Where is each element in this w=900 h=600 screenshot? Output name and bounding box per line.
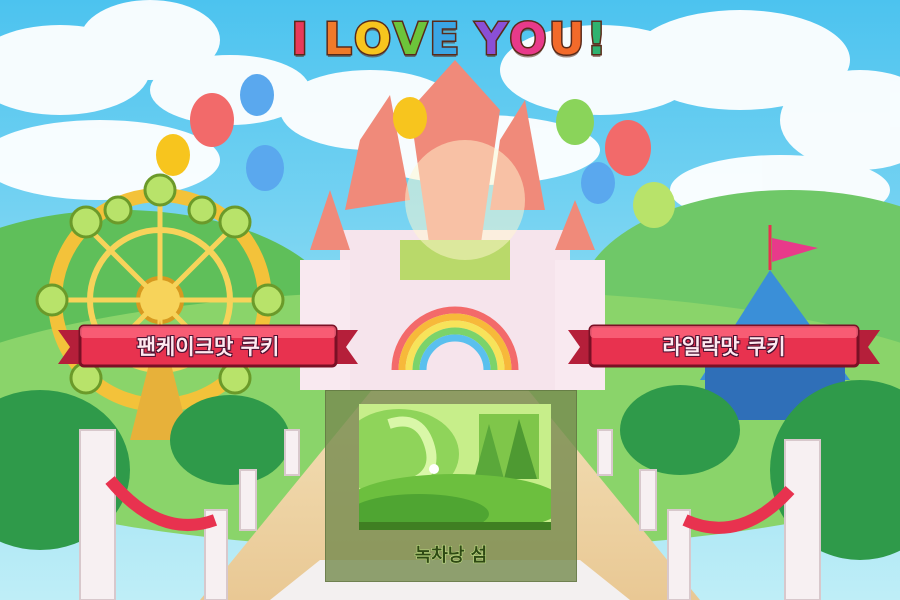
title-letter: L — [322, 13, 354, 67]
title-letter: O — [352, 13, 394, 67]
stage-label: 녹차낭 섬 — [414, 545, 488, 567]
title-letter: I — [290, 13, 310, 67]
title-letter: U — [547, 13, 587, 67]
stage-card[interactable]: 녹차낭 섬 — [325, 390, 577, 582]
banner-lilac-cookie[interactable]: 라일락맛 쿠키 — [568, 320, 880, 372]
game-title: I LOVE YOU! — [0, 13, 900, 67]
title-letter: E — [428, 13, 462, 67]
title-letter: Y — [474, 13, 510, 67]
banner-label: 팬케이크맛 쿠키 — [136, 335, 280, 360]
title-letter: O — [508, 13, 549, 67]
stage-thumbnail — [359, 404, 551, 530]
title-letter: ! — [585, 13, 609, 67]
banner-label: 라일락맛 쿠키 — [662, 335, 786, 360]
banner-pancake-cookie[interactable]: 팬케이크맛 쿠키 — [58, 320, 358, 372]
title-letter: V — [392, 13, 430, 67]
